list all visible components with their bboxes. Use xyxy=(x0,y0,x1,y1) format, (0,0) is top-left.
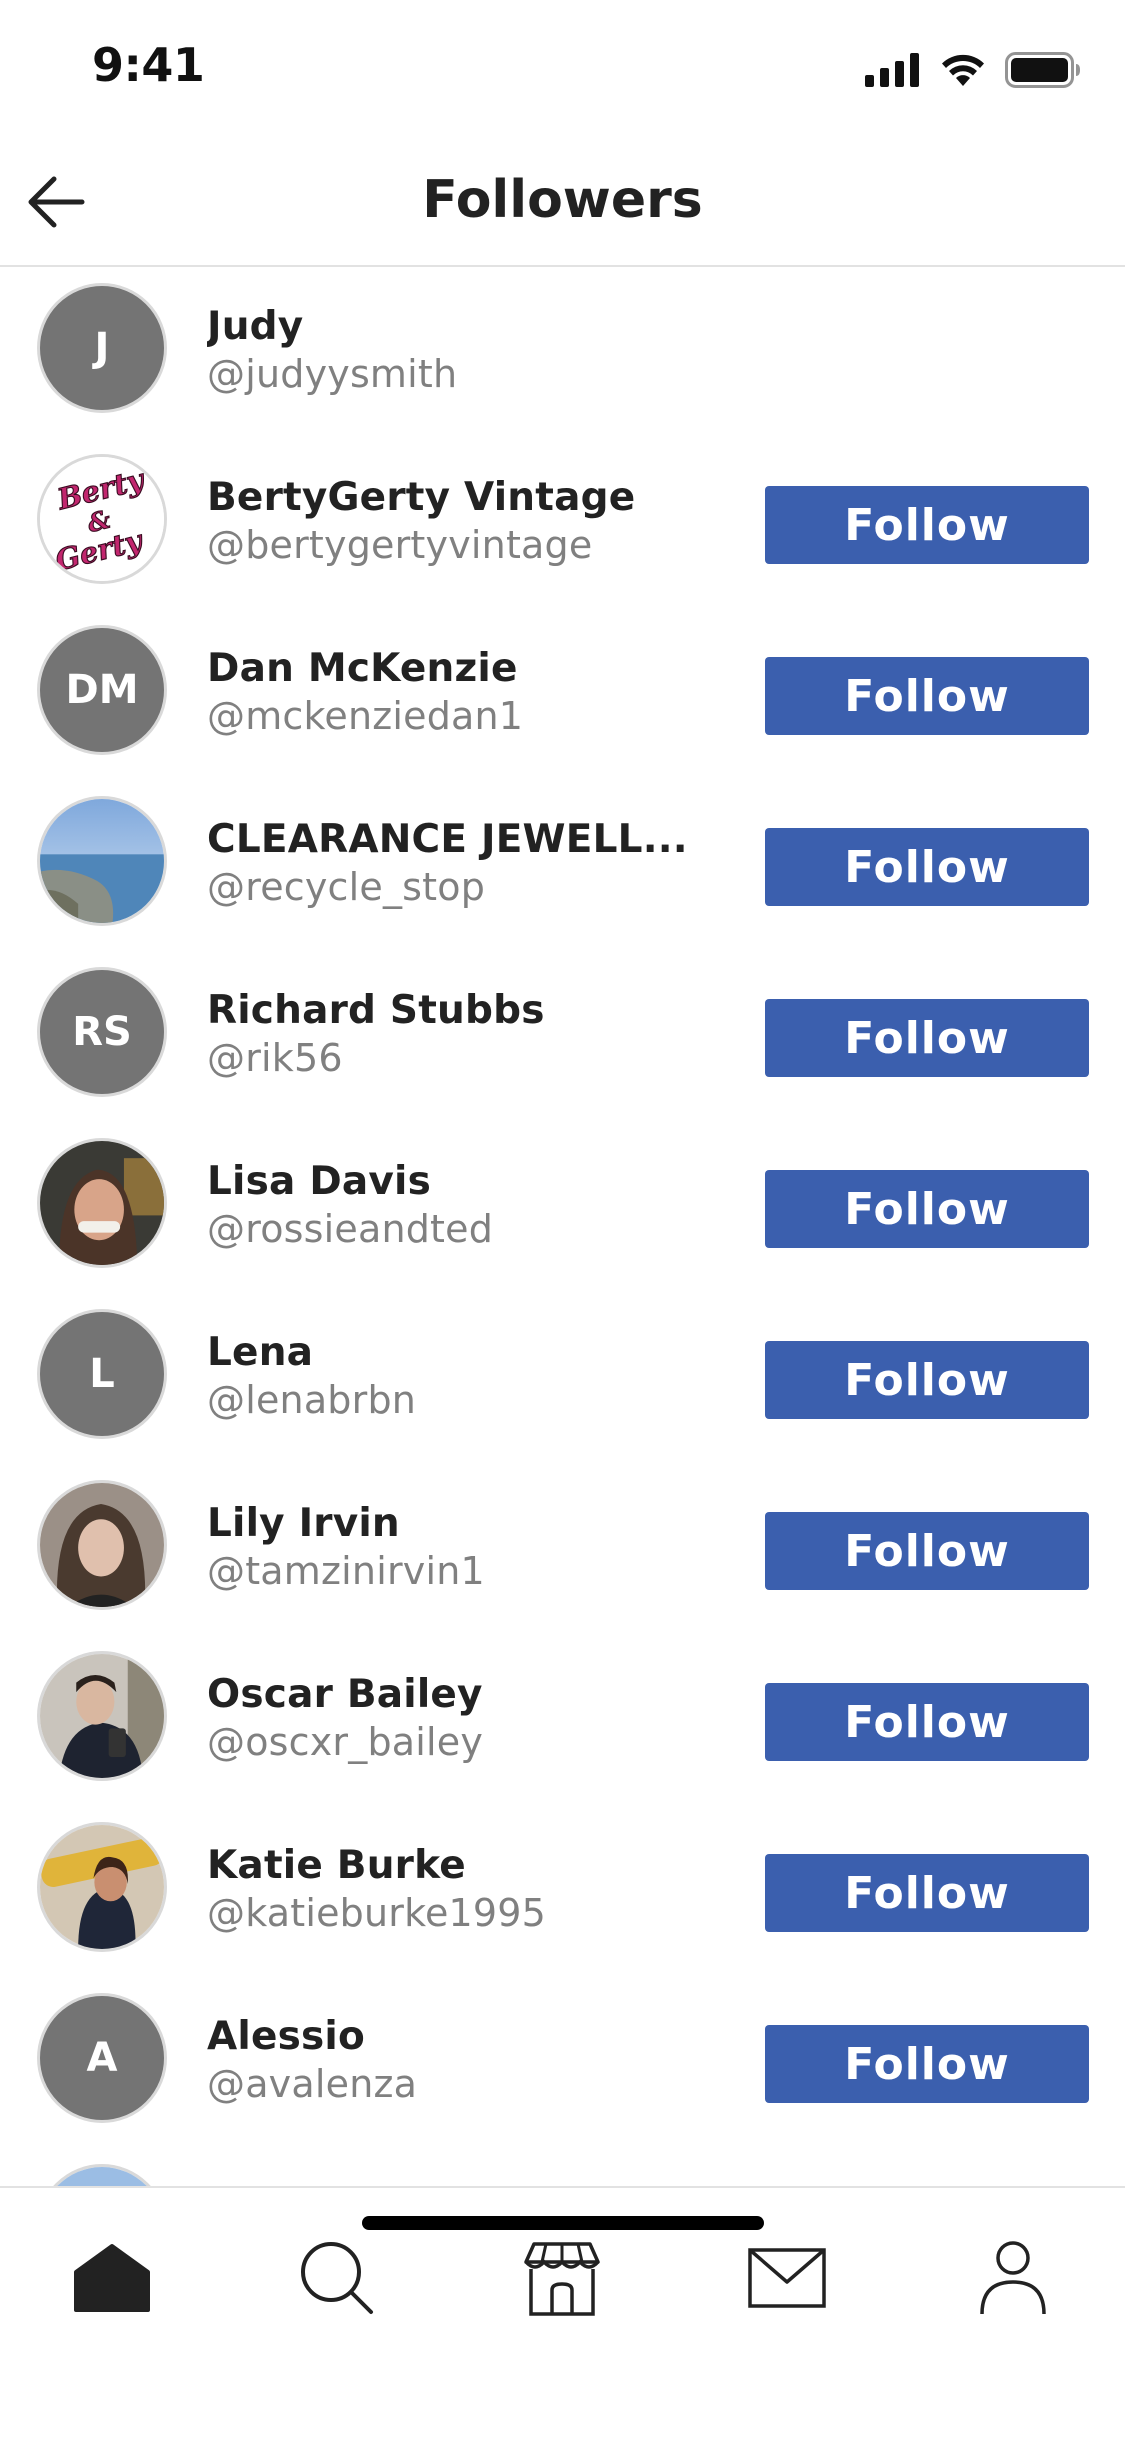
avatar-logo-image: Berty&Gerty xyxy=(40,457,164,581)
tab-search[interactable] xyxy=(287,2228,387,2328)
avatar[interactable] xyxy=(37,1822,167,1952)
follower-row[interactable]: A Alessio @avalenza Follow xyxy=(0,1977,1125,2148)
follower-row[interactable] xyxy=(0,2148,1125,2187)
home-icon xyxy=(74,2244,150,2312)
user-info[interactable]: Judy @judyysmith xyxy=(207,304,717,398)
avatar[interactable] xyxy=(37,796,167,926)
follower-row[interactable]: CLEARANCE JEWELL... @recycle_stop Follow xyxy=(0,780,1125,951)
status-time: 9:41 xyxy=(92,38,205,92)
follow-button[interactable]: Follow xyxy=(765,1683,1089,1761)
follow-button[interactable]: Follow xyxy=(765,1512,1089,1590)
avatar-initials: L xyxy=(89,1351,115,1397)
shop-icon xyxy=(524,2242,600,2316)
mail-icon xyxy=(748,2248,826,2308)
user-info[interactable]: BertyGerty Vintage @bertygertyvintage xyxy=(207,475,717,569)
user-handle: @bertygertyvintage xyxy=(207,523,593,567)
user-info[interactable]: Lisa Davis @rossieandted xyxy=(207,1159,717,1253)
avatar-photo xyxy=(40,1141,164,1265)
user-name: Dan McKenzie xyxy=(207,646,518,691)
user-info[interactable]: Lena @lenabrbn xyxy=(207,1330,717,1424)
page-title: Followers xyxy=(422,170,703,230)
tab-profile[interactable] xyxy=(963,2228,1063,2328)
follower-row[interactable]: Berty & Gerty BertyGerty Vintage @bertygerty… xyxy=(0,438,1125,609)
avatar-initials: DM xyxy=(65,667,139,713)
follow-button[interactable]: Follow xyxy=(765,999,1089,1077)
avatar[interactable] xyxy=(37,1480,167,1610)
tab-home[interactable] xyxy=(62,2228,162,2328)
follow-button[interactable]: Follow xyxy=(765,1341,1089,1419)
avatar[interactable]: J xyxy=(37,283,167,413)
followers-list[interactable]: J Judy @judyysmith Berty & Gerty BertyGerty Vi… xyxy=(0,267,1125,2187)
user-name: BertyGerty Vintage xyxy=(207,475,636,520)
user-info[interactable]: Oscar Bailey @oscxr_bailey xyxy=(207,1672,717,1766)
user-name: Katie Burke xyxy=(207,1843,466,1888)
profile-icon xyxy=(980,2241,1046,2315)
avatar-photo xyxy=(40,1825,164,1949)
avatar[interactable] xyxy=(37,2164,167,2187)
user-name: Lisa Davis xyxy=(207,1159,432,1204)
user-name: Oscar Bailey xyxy=(207,1672,483,1717)
follower-row[interactable]: L Lena @lenabrbn Follow xyxy=(0,1293,1125,1464)
user-info[interactable]: CLEARANCE JEWELL... @recycle_stop xyxy=(207,817,717,911)
avatar[interactable]: DM xyxy=(37,625,167,755)
follower-row[interactable]: Lily Irvin @tamzinirvin1 Follow xyxy=(0,1464,1125,1635)
avatar-initials: RS xyxy=(72,1009,132,1055)
follower-row[interactable]: Lisa Davis @rossieandted Follow xyxy=(0,1122,1125,1293)
tab-shop[interactable] xyxy=(512,2228,612,2328)
user-handle: @lenabrbn xyxy=(207,1378,417,1422)
follow-button[interactable]: Follow xyxy=(765,828,1089,906)
avatar-initials: A xyxy=(86,2035,118,2081)
user-name: CLEARANCE JEWELL... xyxy=(207,817,688,862)
user-info[interactable]: Lily Irvin @tamzinirvin1 xyxy=(207,1501,717,1595)
avatar-photo xyxy=(40,1483,164,1607)
follower-row[interactable]: Oscar Bailey @oscxr_bailey Follow xyxy=(0,1635,1125,1806)
user-info[interactable]: Richard Stubbs @rik56 xyxy=(207,988,717,1082)
user-name: Richard Stubbs xyxy=(207,988,545,1033)
wifi-icon xyxy=(942,54,984,86)
page-header: Followers xyxy=(0,140,1125,267)
follower-row[interactable]: J Judy @judyysmith xyxy=(0,267,1125,438)
follower-row[interactable]: Katie Burke @katieburke1995 Follow xyxy=(0,1806,1125,1977)
avatar-initials: J xyxy=(94,325,110,371)
avatar[interactable]: Berty & Gerty xyxy=(37,454,167,584)
follow-button[interactable]: Follow xyxy=(765,486,1089,564)
avatar[interactable] xyxy=(37,1138,167,1268)
avatar[interactable] xyxy=(37,1651,167,1781)
cellular-signal-icon xyxy=(865,53,919,87)
avatar-photo xyxy=(40,1654,164,1778)
user-info[interactable]: Dan McKenzie @mckenziedan1 xyxy=(207,646,717,740)
search-icon xyxy=(301,2242,373,2314)
follower-row[interactable]: RS Richard Stubbs @rik56 Follow xyxy=(0,951,1125,1122)
avatar[interactable]: L xyxy=(37,1309,167,1439)
user-name: Lena xyxy=(207,1330,314,1375)
follow-button[interactable]: Follow xyxy=(765,1854,1089,1932)
user-handle: @avalenza xyxy=(207,2062,418,2106)
follow-button[interactable]: Follow xyxy=(765,1170,1089,1248)
user-info[interactable]: Katie Burke @katieburke1995 xyxy=(207,1843,717,1937)
user-handle: @oscxr_bailey xyxy=(207,1720,484,1764)
avatar-photo xyxy=(40,2167,164,2187)
user-handle: @tamzinirvin1 xyxy=(207,1549,485,1593)
avatar[interactable]: A xyxy=(37,1993,167,2123)
user-info[interactable]: Alessio @avalenza xyxy=(207,2014,717,2108)
home-indicator[interactable] xyxy=(362,2216,764,2230)
user-handle: @katieburke1995 xyxy=(207,1891,547,1935)
avatar-photo xyxy=(40,799,164,923)
tab-messages[interactable] xyxy=(737,2228,837,2328)
follower-row[interactable]: DM Dan McKenzie @mckenziedan1 Follow xyxy=(0,609,1125,780)
user-name: Lily Irvin xyxy=(207,1501,400,1546)
user-handle: @mckenziedan1 xyxy=(207,694,524,738)
user-handle: @rossieandted xyxy=(207,1207,494,1251)
user-name: Alessio xyxy=(207,2014,365,2059)
user-handle: @judyysmith xyxy=(207,352,458,396)
status-icons xyxy=(865,50,1081,90)
follow-button[interactable]: Follow xyxy=(765,657,1089,735)
user-name: Judy xyxy=(207,304,304,349)
user-handle: @recycle_stop xyxy=(207,865,486,909)
follow-button[interactable]: Follow xyxy=(765,2025,1089,2103)
avatar[interactable]: RS xyxy=(37,967,167,1097)
status-bar: 9:41 xyxy=(0,0,1125,140)
battery-icon xyxy=(1005,52,1080,88)
user-handle: @rik56 xyxy=(207,1036,343,1080)
